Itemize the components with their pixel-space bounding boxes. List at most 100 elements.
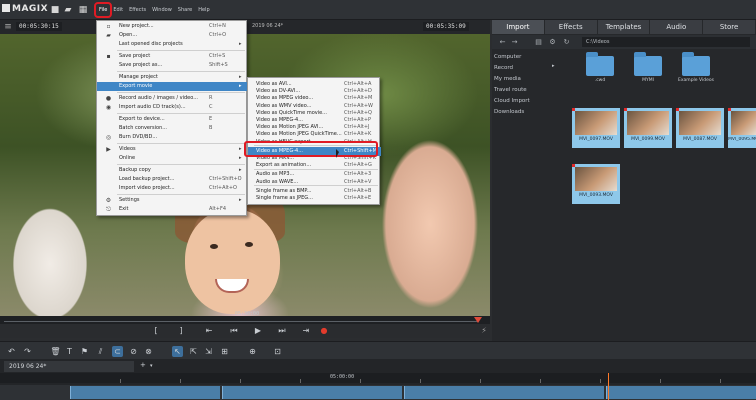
back-icon[interactable]: ← — [498, 38, 507, 47]
file-menu-item[interactable]: Manage project ▸ — [97, 73, 248, 82]
menu-window[interactable]: Window — [149, 4, 175, 16]
play-icon[interactable]: ▶ — [252, 326, 264, 336]
file-menu-item-label: Manage project — [119, 74, 158, 80]
delete-icon[interactable]: 🗑 — [50, 346, 61, 357]
cut-icon[interactable]: ⫽ — [95, 346, 106, 357]
media-thumb[interactable]: MVI_0097.MOV — [572, 108, 620, 148]
next-marker-icon[interactable]: ⇥ — [300, 326, 312, 336]
mark-in-icon[interactable]: [ — [150, 326, 162, 336]
burn-icon: ◎ — [105, 134, 112, 141]
menu-edit[interactable]: Edit — [110, 4, 126, 16]
forward-arrow-icon[interactable]: → — [510, 38, 519, 47]
chevron-right-icon[interactable]: ▸ — [552, 63, 555, 69]
file-menu-item[interactable]: Last opened disc projects ▸ — [97, 40, 248, 49]
timeline-ruler[interactable] — [0, 373, 756, 383]
tree-item-downloads[interactable]: Downloads — [492, 107, 564, 118]
fullscreen-icon[interactable]: ⚡ — [478, 326, 490, 336]
snap-icon[interactable]: ⊕ — [247, 346, 258, 357]
file-menu-item[interactable]: ⚙ Settings ▸ — [97, 196, 248, 205]
view-icon[interactable]: ▤ — [534, 38, 543, 47]
tree-item-travel-route[interactable]: Travel route — [492, 85, 564, 96]
gear-icon[interactable]: ⚙ — [548, 38, 557, 47]
save-icon[interactable]: ■ — [50, 5, 60, 15]
thumb-image — [627, 111, 669, 135]
file-menu-item[interactable]: ◎ Burn DVD/BD... — [97, 133, 248, 142]
tree-item-computer[interactable]: Computer — [492, 52, 564, 63]
tree-item-cloud-import[interactable]: Cloud Import — [492, 96, 564, 107]
media-folder[interactable]: MYMI — [628, 52, 668, 86]
hamburger-icon[interactable]: ≡ — [3, 22, 13, 32]
refresh-icon[interactable]: ↻ — [562, 38, 571, 47]
scrub-bar[interactable] — [0, 316, 490, 324]
file-menu-item[interactable]: ● Record audio / images / video... R — [97, 94, 248, 103]
file-menu-item[interactable]: Export to device... E — [97, 115, 248, 124]
folder-icon[interactable]: ▰ — [63, 5, 73, 15]
undo-icon[interactable]: ↶ — [6, 346, 17, 357]
media-thumb[interactable]: MVI_0095.MOV — [728, 108, 756, 148]
menu-help[interactable]: Help — [195, 4, 212, 16]
fit-icon[interactable]: ⊡ — [272, 346, 283, 357]
timeline-clip[interactable] — [222, 386, 402, 399]
media-folder[interactable]: .cwd — [580, 52, 620, 86]
media-folder[interactable]: Example Videos — [676, 52, 716, 86]
media-thumb[interactable]: MVI_0093.MOV — [572, 164, 620, 204]
file-menu-item[interactable]: ⎋ Exit Alt+F4 — [97, 205, 248, 214]
timeline-tab[interactable]: 2019 06 24* — [4, 361, 134, 372]
thumb-used-marker — [728, 108, 731, 111]
timeline-clip[interactable] — [70, 386, 220, 399]
file-menu-item[interactable]: Batch conversion... B — [97, 124, 248, 133]
file-menu-item[interactable]: Save project as... Shift+S — [97, 61, 248, 70]
file-menu-item[interactable]: Backup copy ▸ — [97, 166, 248, 175]
file-menu-item-label: Online — [119, 155, 136, 161]
file-menu-item[interactable]: ◉ Import audio CD track(s)... C — [97, 103, 248, 112]
media-thumb[interactable]: MVI_0087.MOV — [676, 108, 724, 148]
forward-icon[interactable]: ⏭ — [276, 326, 288, 336]
scrub-track[interactable] — [4, 321, 478, 322]
prev-marker-icon[interactable]: ⇤ — [203, 326, 215, 336]
record-icon[interactable]: ● — [318, 326, 330, 336]
movie-icon[interactable]: ▦ — [78, 5, 88, 15]
path-field[interactable]: C:\Videos — [582, 37, 750, 47]
file-menu-item[interactable]: ▶ Videos ▸ — [97, 145, 248, 154]
tab-templates[interactable]: Templates — [597, 20, 651, 34]
menu-file[interactable]: File — [93, 2, 113, 18]
mark-out-icon[interactable]: ] — [175, 326, 187, 336]
redo-icon[interactable]: ↷ — [22, 346, 33, 357]
videos-icon: ▶ — [106, 146, 111, 153]
link-icon[interactable]: ⊂ — [112, 346, 123, 357]
tab-import[interactable]: Import — [492, 20, 545, 34]
group-icon[interactable]: ⊘ — [128, 346, 139, 357]
media-thumb[interactable]: MVI_0099.MOV — [624, 108, 672, 148]
timeline-clip[interactable] — [606, 386, 756, 399]
file-menu-item[interactable]: ▫ New project... Ctrl+N — [97, 22, 248, 31]
tab-effects[interactable]: Effects — [544, 20, 598, 34]
file-menu-item[interactable]: ▪ Save project Ctrl+S — [97, 52, 248, 61]
timeline-clip[interactable] — [404, 386, 604, 399]
stretch-icon[interactable]: ⇲ — [203, 346, 214, 357]
add-tab-icon[interactable]: + — [140, 361, 146, 369]
text-icon[interactable]: T — [64, 346, 75, 357]
rewind-icon[interactable]: ⏮ — [228, 326, 240, 336]
playhead[interactable] — [608, 373, 609, 400]
tab-dropdown-icon[interactable]: ▾ — [150, 363, 153, 369]
scrub-end-marker[interactable] — [474, 317, 482, 323]
tree-item-my-media[interactable]: My media — [492, 74, 564, 85]
timeline-tab-title: 2019 06 24* — [9, 363, 47, 370]
tab-store[interactable]: Store — [703, 20, 756, 34]
chevron-right-icon: ▸ — [239, 167, 242, 173]
pointer-icon[interactable]: ↖ — [172, 346, 183, 357]
tab-audio[interactable]: Audio — [650, 20, 704, 34]
file-menu-item[interactable]: Import video project... Ctrl+Alt+O — [97, 184, 248, 193]
menu-effects[interactable]: Effects — [126, 4, 149, 16]
file-menu-item[interactable]: Load backup project... Ctrl+Shift+O — [97, 175, 248, 184]
ungroup-icon[interactable]: ⊗ — [143, 346, 154, 357]
export-menu-item[interactable]: Single frame as JPEG... Ctrl+Alt+E — [248, 194, 381, 203]
transport-controls: [ ] ⇤ ⏮ ▶ ⏭ ⇥ ● ⚡ — [0, 324, 490, 338]
file-menu-item[interactable]: Export movie ▸ — [97, 82, 248, 91]
marker-icon[interactable]: ⚑ — [79, 346, 90, 357]
menu-share[interactable]: Share — [175, 4, 195, 16]
file-menu-item[interactable]: ▰ Open... Ctrl+O — [97, 31, 248, 40]
range-icon[interactable]: ⇱ — [188, 346, 199, 357]
trim-icon[interactable]: ⊞ — [219, 346, 230, 357]
file-menu-item[interactable]: Online ▸ — [97, 154, 248, 163]
